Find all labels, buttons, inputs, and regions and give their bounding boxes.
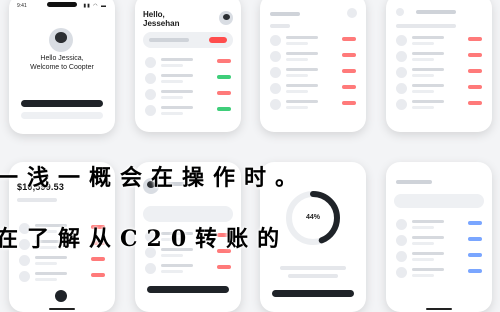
header-title	[396, 180, 432, 184]
list-item[interactable]	[396, 82, 482, 95]
list-item[interactable]	[396, 218, 482, 231]
list-item[interactable]	[396, 250, 482, 263]
overlay-text-line-1: 一浅一概会在操作时。	[0, 165, 307, 191]
list-item[interactable]	[396, 50, 482, 63]
status-icons: ▮▮ ◠ ▬	[83, 3, 107, 9]
welcome-text: Hello Jessica, Welcome to Coopter	[9, 54, 115, 72]
list-item[interactable]	[396, 34, 482, 47]
list-item[interactable]	[145, 72, 231, 85]
list-item[interactable]	[145, 56, 231, 69]
list-item[interactable]	[396, 266, 482, 279]
list-item[interactable]	[19, 270, 105, 283]
continue-button[interactable]	[21, 100, 103, 107]
list-item[interactable]	[145, 262, 231, 275]
greeting-line-2: Jessehan	[143, 19, 180, 28]
back-icon[interactable]	[396, 8, 404, 16]
list-item[interactable]	[270, 66, 356, 79]
info-card[interactable]	[143, 206, 233, 222]
list-item[interactable]	[19, 254, 105, 267]
phone-screen-list	[260, 0, 366, 132]
avatar	[49, 28, 73, 52]
action-button[interactable]	[147, 286, 229, 293]
progress-label: 44%	[305, 214, 320, 221]
list-item[interactable]	[396, 234, 482, 247]
list-item[interactable]	[396, 66, 482, 79]
header-title	[270, 12, 300, 16]
welcome-line-1: Hello Jessica,	[40, 55, 84, 62]
phone-screen-welcome: 9:41 ▮▮ ◠ ▬ Hello Jessica, Welcome to Co…	[9, 0, 115, 134]
overlay-text-line-2: 在了解从C20转账的	[0, 226, 289, 252]
phone-screen-list-2	[386, 0, 492, 132]
greeting: Hello, Jessehan	[143, 10, 179, 28]
avatar[interactable]	[219, 11, 233, 25]
search-field[interactable]	[394, 194, 484, 208]
list-item[interactable]	[270, 34, 356, 47]
header-title	[416, 10, 456, 14]
confirm-button[interactable]	[272, 290, 354, 297]
status-bar: 9:41 ▮▮ ◠ ▬	[17, 3, 107, 9]
balance-card[interactable]	[143, 32, 233, 48]
list-item[interactable]	[145, 88, 231, 101]
greeting-line-1: Hello,	[143, 10, 165, 19]
list-item[interactable]	[270, 82, 356, 95]
list-item[interactable]	[145, 104, 231, 117]
welcome-line-2: Welcome to Coopter	[30, 64, 94, 71]
secondary-button[interactable]	[21, 112, 103, 119]
home-indicator	[49, 308, 75, 310]
home-indicator	[426, 308, 452, 310]
phone-screen-home: Hello, Jessehan	[135, 0, 241, 132]
menu-icon[interactable]	[347, 8, 357, 18]
list-item[interactable]	[270, 50, 356, 63]
phone-screen-list-3	[386, 162, 492, 312]
change-badge	[209, 37, 227, 43]
list-item[interactable]	[396, 98, 482, 111]
list-item[interactable]	[270, 98, 356, 111]
home-button[interactable]	[55, 290, 67, 302]
status-time: 9:41	[17, 3, 27, 9]
